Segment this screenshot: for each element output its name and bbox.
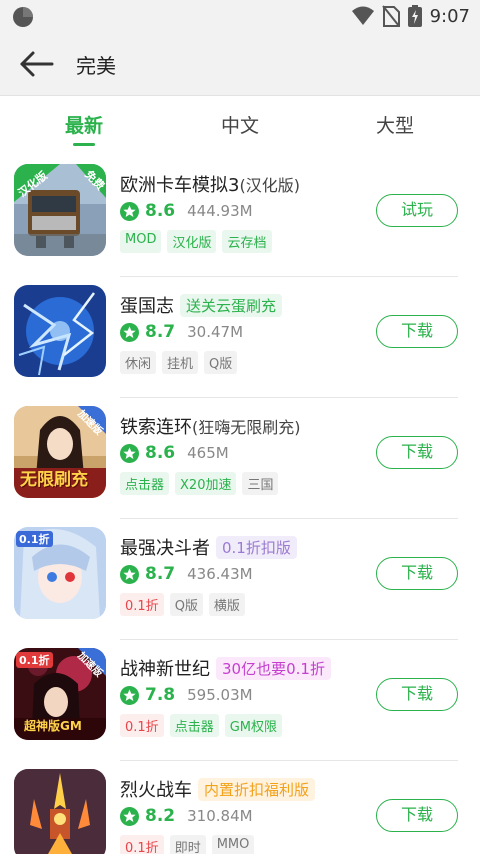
star-icon xyxy=(120,564,139,584)
tag: X20加速 xyxy=(175,472,237,495)
rating: 8.7 xyxy=(145,564,176,584)
tag: Q版 xyxy=(169,593,203,616)
tag: 0.1折 xyxy=(120,714,164,737)
file-size: 595.03M xyxy=(187,686,253,704)
app-name: 烈火战车 xyxy=(120,780,192,801)
app-icon-truck[interactable]: 汉化版 免费 xyxy=(14,164,106,256)
app-name-suffix: (汉化版) xyxy=(239,176,300,195)
rating: 7.8 xyxy=(145,685,176,705)
list-item[interactable]: 加速版 无限刷充 铁索连环 (狂嗨无限刷充) 8.6 465M 点击器 X20加… xyxy=(0,397,480,518)
list-item[interactable]: 0.1折 加速版 超神版GM 战神新世纪 30亿也要0.1折 7.8 595.0… xyxy=(0,639,480,760)
promo-badge: 0.1折扣版 xyxy=(216,535,297,559)
tag: MOD xyxy=(120,230,162,253)
tag: 云存档 xyxy=(222,230,272,253)
tag: 三国 xyxy=(242,472,279,495)
tag: GM权限 xyxy=(224,714,282,737)
app-list: 汉化版 免费 欧洲卡车模拟3 (汉化版) 8.6 444.93M MOD 汉化版… xyxy=(0,155,480,854)
file-size: 444.93M xyxy=(187,202,253,220)
list-item[interactable]: 蛋国志 送关云蛋刷充 8.7 30.47M 休闲 挂机 Q版 下载 xyxy=(0,276,480,397)
tab-latest[interactable]: 最新 xyxy=(65,111,103,138)
star-icon xyxy=(120,685,139,705)
promo-badge: 30亿也要0.1折 xyxy=(216,656,331,680)
tag: Q版 xyxy=(204,351,238,374)
file-size: 465M xyxy=(187,444,229,462)
tag: 横版 xyxy=(208,593,245,616)
download-button[interactable]: 下载 xyxy=(376,557,458,590)
app-name: 铁索连环 xyxy=(120,417,192,438)
rating: 8.2 xyxy=(145,806,176,826)
list-item[interactable]: 0.1折 最强决斗者 0.1折扣版 8.7 436.43M 0.1折 Q版 横版… xyxy=(0,518,480,639)
app-icon-strongest-duelist[interactable]: 0.1折 xyxy=(14,527,106,619)
tag: 点击器 xyxy=(120,472,170,495)
app-name: 战神新世纪 xyxy=(120,659,210,680)
rating: 8.7 xyxy=(145,322,176,342)
try-play-button[interactable]: 试玩 xyxy=(376,194,458,227)
tag: 0.1折 xyxy=(120,593,164,616)
app-name: 最强决斗者 xyxy=(120,538,210,559)
app-notification-icon xyxy=(13,7,33,27)
tab-large[interactable]: 大型 xyxy=(376,111,414,138)
back-arrow-icon[interactable] xyxy=(18,50,54,78)
tag: 汉化版 xyxy=(167,230,217,253)
star-icon xyxy=(120,201,139,221)
clock: 9:07 xyxy=(429,5,470,27)
star-icon xyxy=(120,806,139,826)
file-size: 436.43M xyxy=(187,565,253,583)
wifi-icon xyxy=(351,6,374,25)
app-name-suffix: (狂嗨无限刷充) xyxy=(192,418,301,437)
app-icon-fire-chariot[interactable] xyxy=(14,769,106,854)
app-icon-iron-chain[interactable]: 加速版 无限刷充 xyxy=(14,406,106,498)
rating: 8.6 xyxy=(145,201,176,221)
promo-badge: 送关云蛋刷充 xyxy=(180,293,283,317)
file-size: 310.84M xyxy=(187,807,253,825)
app-icon-god-of-war[interactable]: 0.1折 加速版 超神版GM xyxy=(14,648,106,740)
no-sim-icon xyxy=(381,5,400,27)
rating: 8.6 xyxy=(145,443,176,463)
tag: 挂机 xyxy=(162,351,199,374)
star-icon xyxy=(120,322,139,342)
status-bar: 9:07 xyxy=(0,0,480,32)
app-name: 欧洲卡车模拟3 xyxy=(120,175,240,196)
download-button[interactable]: 下载 xyxy=(376,315,458,348)
tag: 0.1折 xyxy=(120,835,164,854)
list-item[interactable]: 烈火战车 内置折扣福利版 8.2 310.84M 0.1折 即时 MMO 下载 xyxy=(0,760,480,854)
download-button[interactable]: 下载 xyxy=(376,799,458,832)
tag: 即时 xyxy=(169,835,206,854)
tab-indicator xyxy=(73,143,95,146)
battery-charging-icon xyxy=(407,5,422,27)
file-size: 30.47M xyxy=(187,323,244,341)
icon-badge-bottom: 超神版GM xyxy=(24,719,82,733)
list-item[interactable]: 汉化版 免费 欧洲卡车模拟3 (汉化版) 8.6 444.93M MOD 汉化版… xyxy=(0,155,480,276)
page-title: 完美 xyxy=(76,54,116,78)
tag: 休闲 xyxy=(120,351,157,374)
tag: 点击器 xyxy=(169,714,219,737)
icon-badge-bottom: 无限刷充 xyxy=(20,470,88,490)
tab-chinese[interactable]: 中文 xyxy=(221,111,259,138)
tag: MMO xyxy=(211,835,255,854)
download-button[interactable]: 下载 xyxy=(376,436,458,469)
download-button[interactable]: 下载 xyxy=(376,678,458,711)
app-name: 蛋国志 xyxy=(120,296,174,317)
icon-badge-left: 0.1折 xyxy=(16,531,53,547)
promo-badge: 内置折扣福利版 xyxy=(198,777,316,801)
tab-bar: 最新 中文 大型 xyxy=(0,97,480,153)
star-icon xyxy=(120,443,139,463)
app-bar: 完美 xyxy=(0,32,480,96)
app-icon-egg-kingdom[interactable] xyxy=(14,285,106,377)
icon-badge-left: 0.1折 xyxy=(16,652,53,668)
